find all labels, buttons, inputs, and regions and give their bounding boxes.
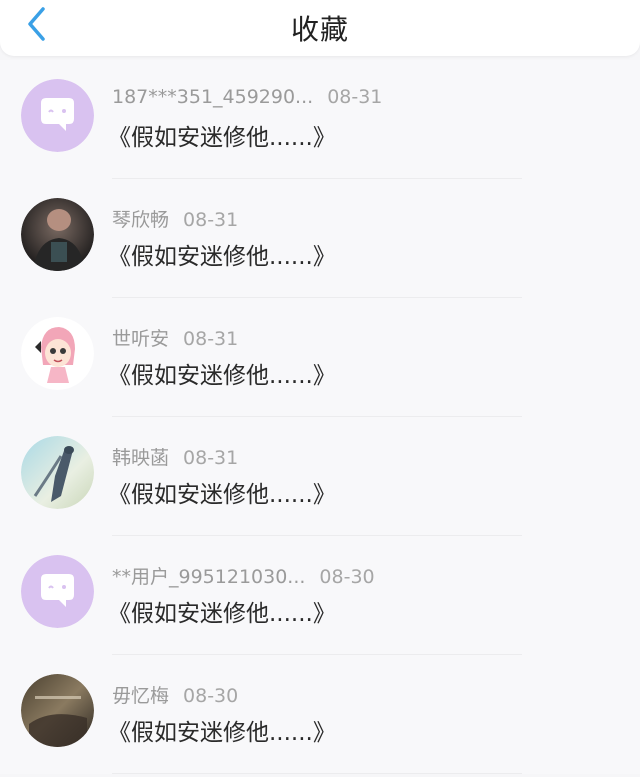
item-content: 《假如安迷修他......》 [108, 720, 336, 746]
default-chat-avatar-icon [21, 79, 94, 152]
user-name: 毋忆梅 [112, 685, 170, 707]
list-item[interactable]: 韩映菡 08-31 《假如安迷修他......》 [0, 417, 640, 536]
user-name: 韩映菡 [112, 447, 170, 469]
item-meta: 187***351_459290... 08-31 [112, 86, 382, 108]
user-name: 187***351_459290... [112, 86, 314, 108]
item-meta: 毋忆梅 08-30 [112, 681, 238, 708]
item-time: 08-31 [327, 86, 383, 108]
page-title: 收藏 [290, 13, 349, 46]
item-content: 《假如安迷修他......》 [108, 125, 336, 151]
avatar[interactable] [21, 674, 94, 747]
dark-photo-avatar-icon [21, 674, 94, 747]
item-meta: 韩映菡 08-31 [112, 443, 238, 470]
photo-avatar-icon [21, 198, 94, 271]
item-content: 《假如安迷修他......》 [108, 363, 336, 389]
item-meta: 世听安 08-31 [112, 324, 238, 351]
user-name: 世听安 [112, 328, 170, 350]
avatar[interactable] [21, 555, 94, 628]
anime-girl-avatar-icon [21, 317, 94, 390]
list-item[interactable]: **用户_995121030... 08-30 《假如安迷修他......》 [0, 536, 640, 655]
avatar[interactable] [21, 317, 94, 390]
avatar[interactable] [21, 436, 94, 509]
user-name: 琴欣畅 [112, 209, 170, 231]
user-name: **用户_995121030... [112, 566, 306, 588]
default-chat-avatar-icon [21, 555, 94, 628]
item-time: 08-31 [183, 209, 239, 231]
divider [112, 773, 522, 774]
anime-scene-avatar-icon [21, 436, 94, 509]
list-item[interactable]: 琴欣畅 08-31 《假如安迷修他......》 [0, 179, 640, 298]
avatar[interactable] [21, 79, 94, 152]
avatar[interactable] [21, 198, 94, 271]
top-bar: 收藏 [0, 0, 640, 56]
favorites-list: 187***351_459290... 08-31 《假如安迷修他......》 [0, 60, 640, 774]
item-time: 08-31 [183, 447, 239, 469]
item-time: 08-30 [319, 566, 375, 588]
item-time: 08-31 [183, 328, 239, 350]
item-content: 《假如安迷修他......》 [108, 244, 336, 270]
item-meta: **用户_995121030... 08-30 [112, 562, 375, 589]
list-item[interactable]: 毋忆梅 08-30 《假如安迷修他......》 [0, 655, 640, 774]
item-time: 08-30 [183, 685, 239, 707]
item-meta: 琴欣畅 08-31 [112, 205, 238, 232]
list-item[interactable]: 世听安 08-31 《假如安迷修他......》 [0, 298, 640, 417]
list-item[interactable]: 187***351_459290... 08-31 《假如安迷修他......》 [0, 60, 640, 179]
item-content: 《假如安迷修他......》 [108, 482, 336, 508]
item-content: 《假如安迷修他......》 [108, 601, 336, 627]
